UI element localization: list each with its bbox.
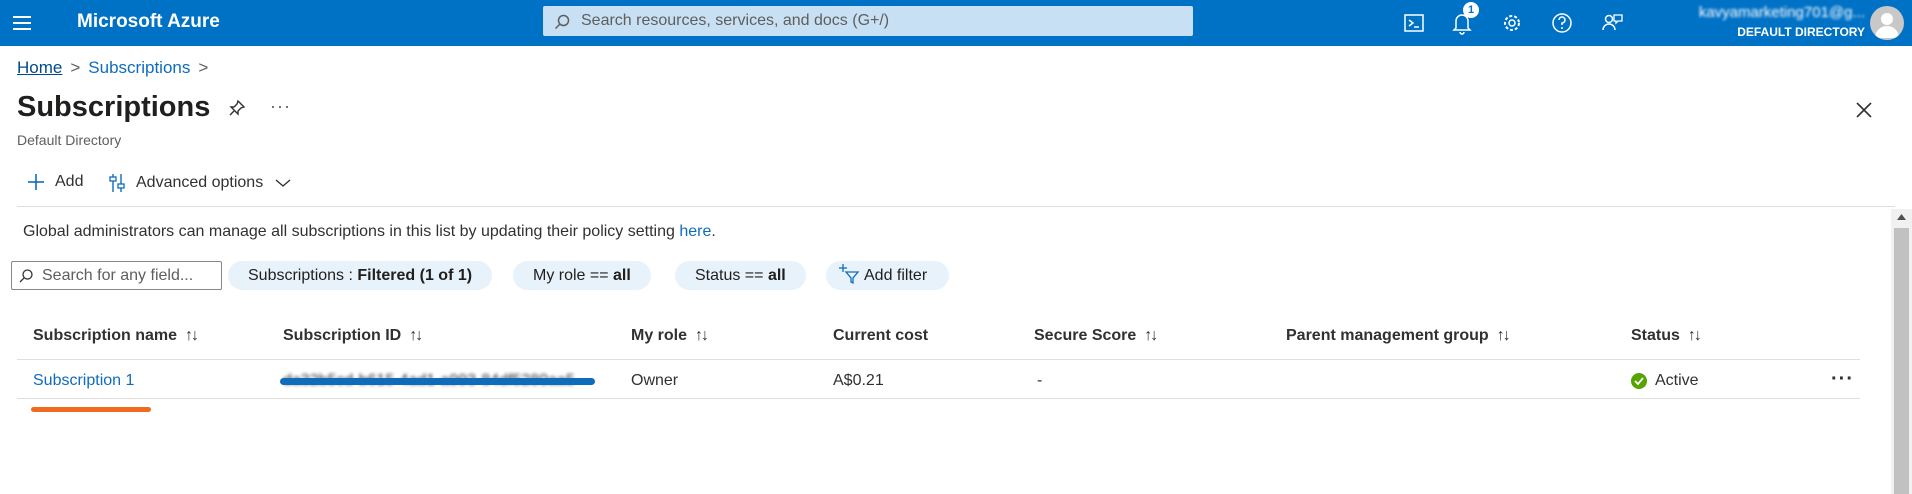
my-role-cell: Owner bbox=[631, 372, 679, 389]
column-label: Status bbox=[1631, 327, 1680, 344]
pill-label: Status == bbox=[695, 267, 768, 284]
redaction-scribble bbox=[280, 378, 595, 385]
row-divider bbox=[17, 398, 1860, 399]
account-directory: DEFAULT DIRECTORY bbox=[1737, 25, 1865, 39]
info-text: Global administrators can manage all sub… bbox=[23, 223, 680, 240]
breadcrumb-subscriptions-link[interactable]: Subscriptions bbox=[88, 58, 190, 77]
plus-icon bbox=[28, 174, 44, 190]
secure-score-cell: - bbox=[1037, 372, 1043, 389]
column-header-secure-score[interactable]: Secure Score ↑↓ bbox=[1034, 327, 1158, 345]
column-label: Current cost bbox=[833, 327, 929, 344]
pill-label: Subscriptions : bbox=[248, 267, 358, 284]
help-icon[interactable] bbox=[1547, 8, 1577, 38]
search-icon bbox=[554, 14, 570, 30]
subscription-name-link[interactable]: Subscription 1 bbox=[33, 372, 134, 390]
notification-count-badge: 1 bbox=[1463, 2, 1479, 18]
column-header-subscription-name[interactable]: Subscription name ↑↓ bbox=[33, 327, 199, 345]
pill-value: all bbox=[613, 267, 631, 284]
search-placeholder: Search resources, services, and docs (G+… bbox=[581, 12, 890, 29]
column-header-my-role[interactable]: My role ↑↓ bbox=[631, 327, 709, 345]
column-header-parent-management-group[interactable]: Parent management group ↑↓ bbox=[1286, 327, 1511, 345]
column-label: Subscription name bbox=[33, 327, 178, 344]
column-header-status[interactable]: Status ↑↓ bbox=[1631, 327, 1702, 345]
pill-value: Filtered (1 of 1) bbox=[357, 267, 473, 284]
cloud-shell-icon[interactable] bbox=[1399, 8, 1429, 38]
account-menu[interactable]: kavyamarketing701@g... DEFAULT DIRECTORY bbox=[1650, 4, 1865, 39]
gear-icon[interactable] bbox=[1497, 8, 1527, 38]
search-icon bbox=[19, 269, 33, 283]
column-header-current-cost: Current cost bbox=[833, 327, 928, 345]
advanced-options-label: Advanced options bbox=[136, 174, 264, 191]
pin-icon[interactable] bbox=[227, 98, 247, 118]
breadcrumb: Home > Subscriptions > bbox=[17, 58, 216, 78]
chevron-down-icon bbox=[275, 179, 291, 187]
add-filter-button[interactable]: Add filter bbox=[826, 261, 950, 290]
info-end: . bbox=[711, 223, 716, 240]
breadcrumb-separator: > bbox=[70, 58, 81, 77]
filter-pill-my-role[interactable]: My role == all bbox=[513, 261, 651, 290]
close-icon[interactable] bbox=[1855, 101, 1873, 119]
sort-icon: ↑↓ bbox=[1496, 327, 1511, 344]
avatar[interactable] bbox=[1870, 6, 1904, 40]
top-bar: Microsoft Azure Search resources, servic… bbox=[0, 0, 1912, 46]
column-label: Subscription ID bbox=[283, 327, 402, 344]
hamburger-icon[interactable] bbox=[10, 10, 36, 36]
info-message: Global administrators can manage all sub… bbox=[23, 223, 716, 241]
current-cost-cell: A$0.21 bbox=[833, 372, 884, 389]
filter-pill-subscriptions[interactable]: Subscriptions : Filtered (1 of 1) bbox=[228, 261, 493, 290]
pill-value: all bbox=[767, 267, 786, 284]
sort-icon: ↑↓ bbox=[695, 327, 709, 344]
filter-search-input[interactable]: Search for any field... bbox=[11, 261, 222, 290]
page-subtitle: Default Directory bbox=[17, 132, 122, 148]
account-name: kavyamarketing701@g... bbox=[1698, 4, 1865, 21]
command-bar-divider bbox=[17, 206, 1895, 207]
sort-icon: ↑↓ bbox=[1687, 327, 1702, 344]
column-label: Parent management group bbox=[1286, 327, 1489, 344]
scroll-up-arrow-icon[interactable] bbox=[1896, 213, 1907, 221]
filter-pill-status[interactable]: Status == all bbox=[675, 261, 806, 290]
highlight-underline bbox=[31, 407, 151, 412]
page-title: Subscriptions bbox=[17, 91, 211, 123]
column-label: Secure Score bbox=[1034, 327, 1137, 344]
sort-icon: ↑↓ bbox=[185, 327, 199, 344]
column-header-subscription-id[interactable]: Subscription ID ↑↓ bbox=[283, 327, 423, 345]
breadcrumb-home-link[interactable]: Home bbox=[17, 58, 62, 77]
status-active-icon bbox=[1631, 373, 1647, 389]
sort-icon: ↑↓ bbox=[1144, 327, 1158, 344]
policy-setting-link[interactable]: here bbox=[679, 223, 711, 240]
sort-icon: ↑↓ bbox=[409, 327, 423, 344]
add-label: Add bbox=[55, 173, 84, 190]
add-filter-icon bbox=[839, 264, 860, 285]
filter-search-placeholder: Search for any field... bbox=[42, 267, 194, 284]
add-filter-label: Add filter bbox=[864, 267, 928, 284]
advanced-options-icon bbox=[109, 174, 125, 192]
more-options-icon[interactable]: ··· bbox=[270, 96, 291, 117]
column-label: My role bbox=[631, 327, 688, 344]
feedback-icon[interactable] bbox=[1597, 8, 1627, 38]
header-divider bbox=[17, 359, 1860, 360]
row-more-actions-icon[interactable]: ··· bbox=[1831, 368, 1854, 391]
add-button[interactable]: Add bbox=[26, 172, 83, 192]
status-cell: Active bbox=[1655, 372, 1699, 389]
brand-title[interactable]: Microsoft Azure bbox=[77, 11, 220, 33]
advanced-options-button[interactable]: Advanced options bbox=[108, 172, 291, 194]
breadcrumb-separator: > bbox=[198, 58, 209, 77]
global-search-input[interactable]: Search resources, services, and docs (G+… bbox=[543, 6, 1193, 36]
scrollbar-thumb[interactable] bbox=[1894, 228, 1909, 494]
user-avatar-icon bbox=[1875, 13, 1899, 38]
pill-label: My role == bbox=[533, 267, 614, 284]
